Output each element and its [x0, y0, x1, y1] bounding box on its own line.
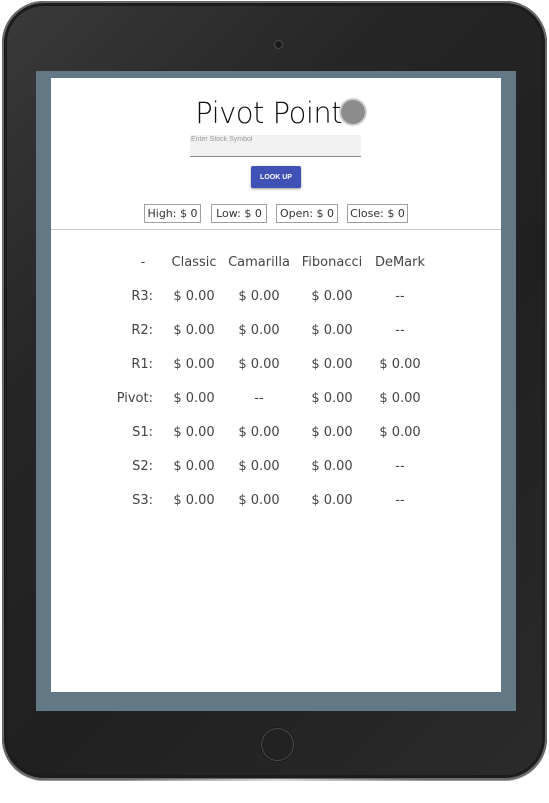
table-cell: --	[395, 323, 405, 338]
table-cell: $ 0.00	[311, 425, 353, 440]
table-cell: $ 0.00	[238, 425, 280, 440]
row-label: S3:	[132, 493, 153, 508]
table-cell: --	[395, 493, 405, 508]
stock-symbol-input[interactable]	[190, 135, 361, 157]
table-cell: $ 0.00	[311, 357, 353, 372]
table-cell: $ 0.00	[379, 425, 421, 440]
row-label: S2:	[132, 459, 153, 474]
table-cell: $ 0.00	[311, 493, 353, 508]
home-button-icon[interactable]	[261, 728, 294, 761]
lookup-button[interactable]: LOOK UP	[251, 166, 301, 188]
table-cell: $ 0.00	[311, 323, 353, 338]
table-cell: $ 0.00	[173, 493, 215, 508]
page-title: Pivot Points	[195, 96, 357, 130]
row-label: R2:	[131, 323, 153, 338]
table-cell: $ 0.00	[173, 289, 215, 304]
row-label: S1:	[132, 425, 153, 440]
table-cell: $ 0.00	[173, 459, 215, 474]
loading-spinner-icon	[341, 100, 365, 124]
row-label: R1:	[131, 357, 153, 372]
table-cell: $ 0.00	[173, 425, 215, 440]
table-cell: $ 0.00	[238, 357, 280, 372]
table-header-1: Classic	[171, 255, 217, 270]
table-cell: --	[395, 289, 405, 304]
table-cell: --	[254, 391, 264, 406]
divider	[51, 229, 501, 230]
table-cell: $ 0.00	[173, 391, 215, 406]
app-screen: Pivot Points LOOK UP High: $ 0 Low: $ 0 …	[51, 78, 501, 692]
table-cell: $ 0.00	[173, 357, 215, 372]
row-label: R3:	[131, 289, 153, 304]
high-price-box: High: $ 0	[144, 204, 201, 223]
table-header-0: -	[140, 255, 146, 270]
close-price-box: Close: $ 0	[347, 204, 408, 223]
table-cell: $ 0.00	[311, 459, 353, 474]
table-cell: $ 0.00	[238, 323, 280, 338]
table-cell: $ 0.00	[238, 289, 280, 304]
table-cell: $ 0.00	[379, 391, 421, 406]
table-header-2: Camarilla	[228, 255, 290, 270]
low-price-box: Low: $ 0	[211, 204, 267, 223]
table-cell: $ 0.00	[311, 391, 353, 406]
table-cell: $ 0.00	[238, 493, 280, 508]
table-cell: $ 0.00	[238, 459, 280, 474]
table-cell: --	[395, 459, 405, 474]
front-camera-icon	[274, 40, 283, 49]
table-header-4: DeMark	[374, 255, 426, 270]
table-cell: $ 0.00	[379, 357, 421, 372]
open-price-box: Open: $ 0	[276, 204, 338, 223]
table-cell: $ 0.00	[173, 323, 215, 338]
table-cell: $ 0.00	[311, 289, 353, 304]
row-label: Pivot:	[116, 391, 153, 406]
table-header-3: Fibonacci	[301, 255, 363, 270]
